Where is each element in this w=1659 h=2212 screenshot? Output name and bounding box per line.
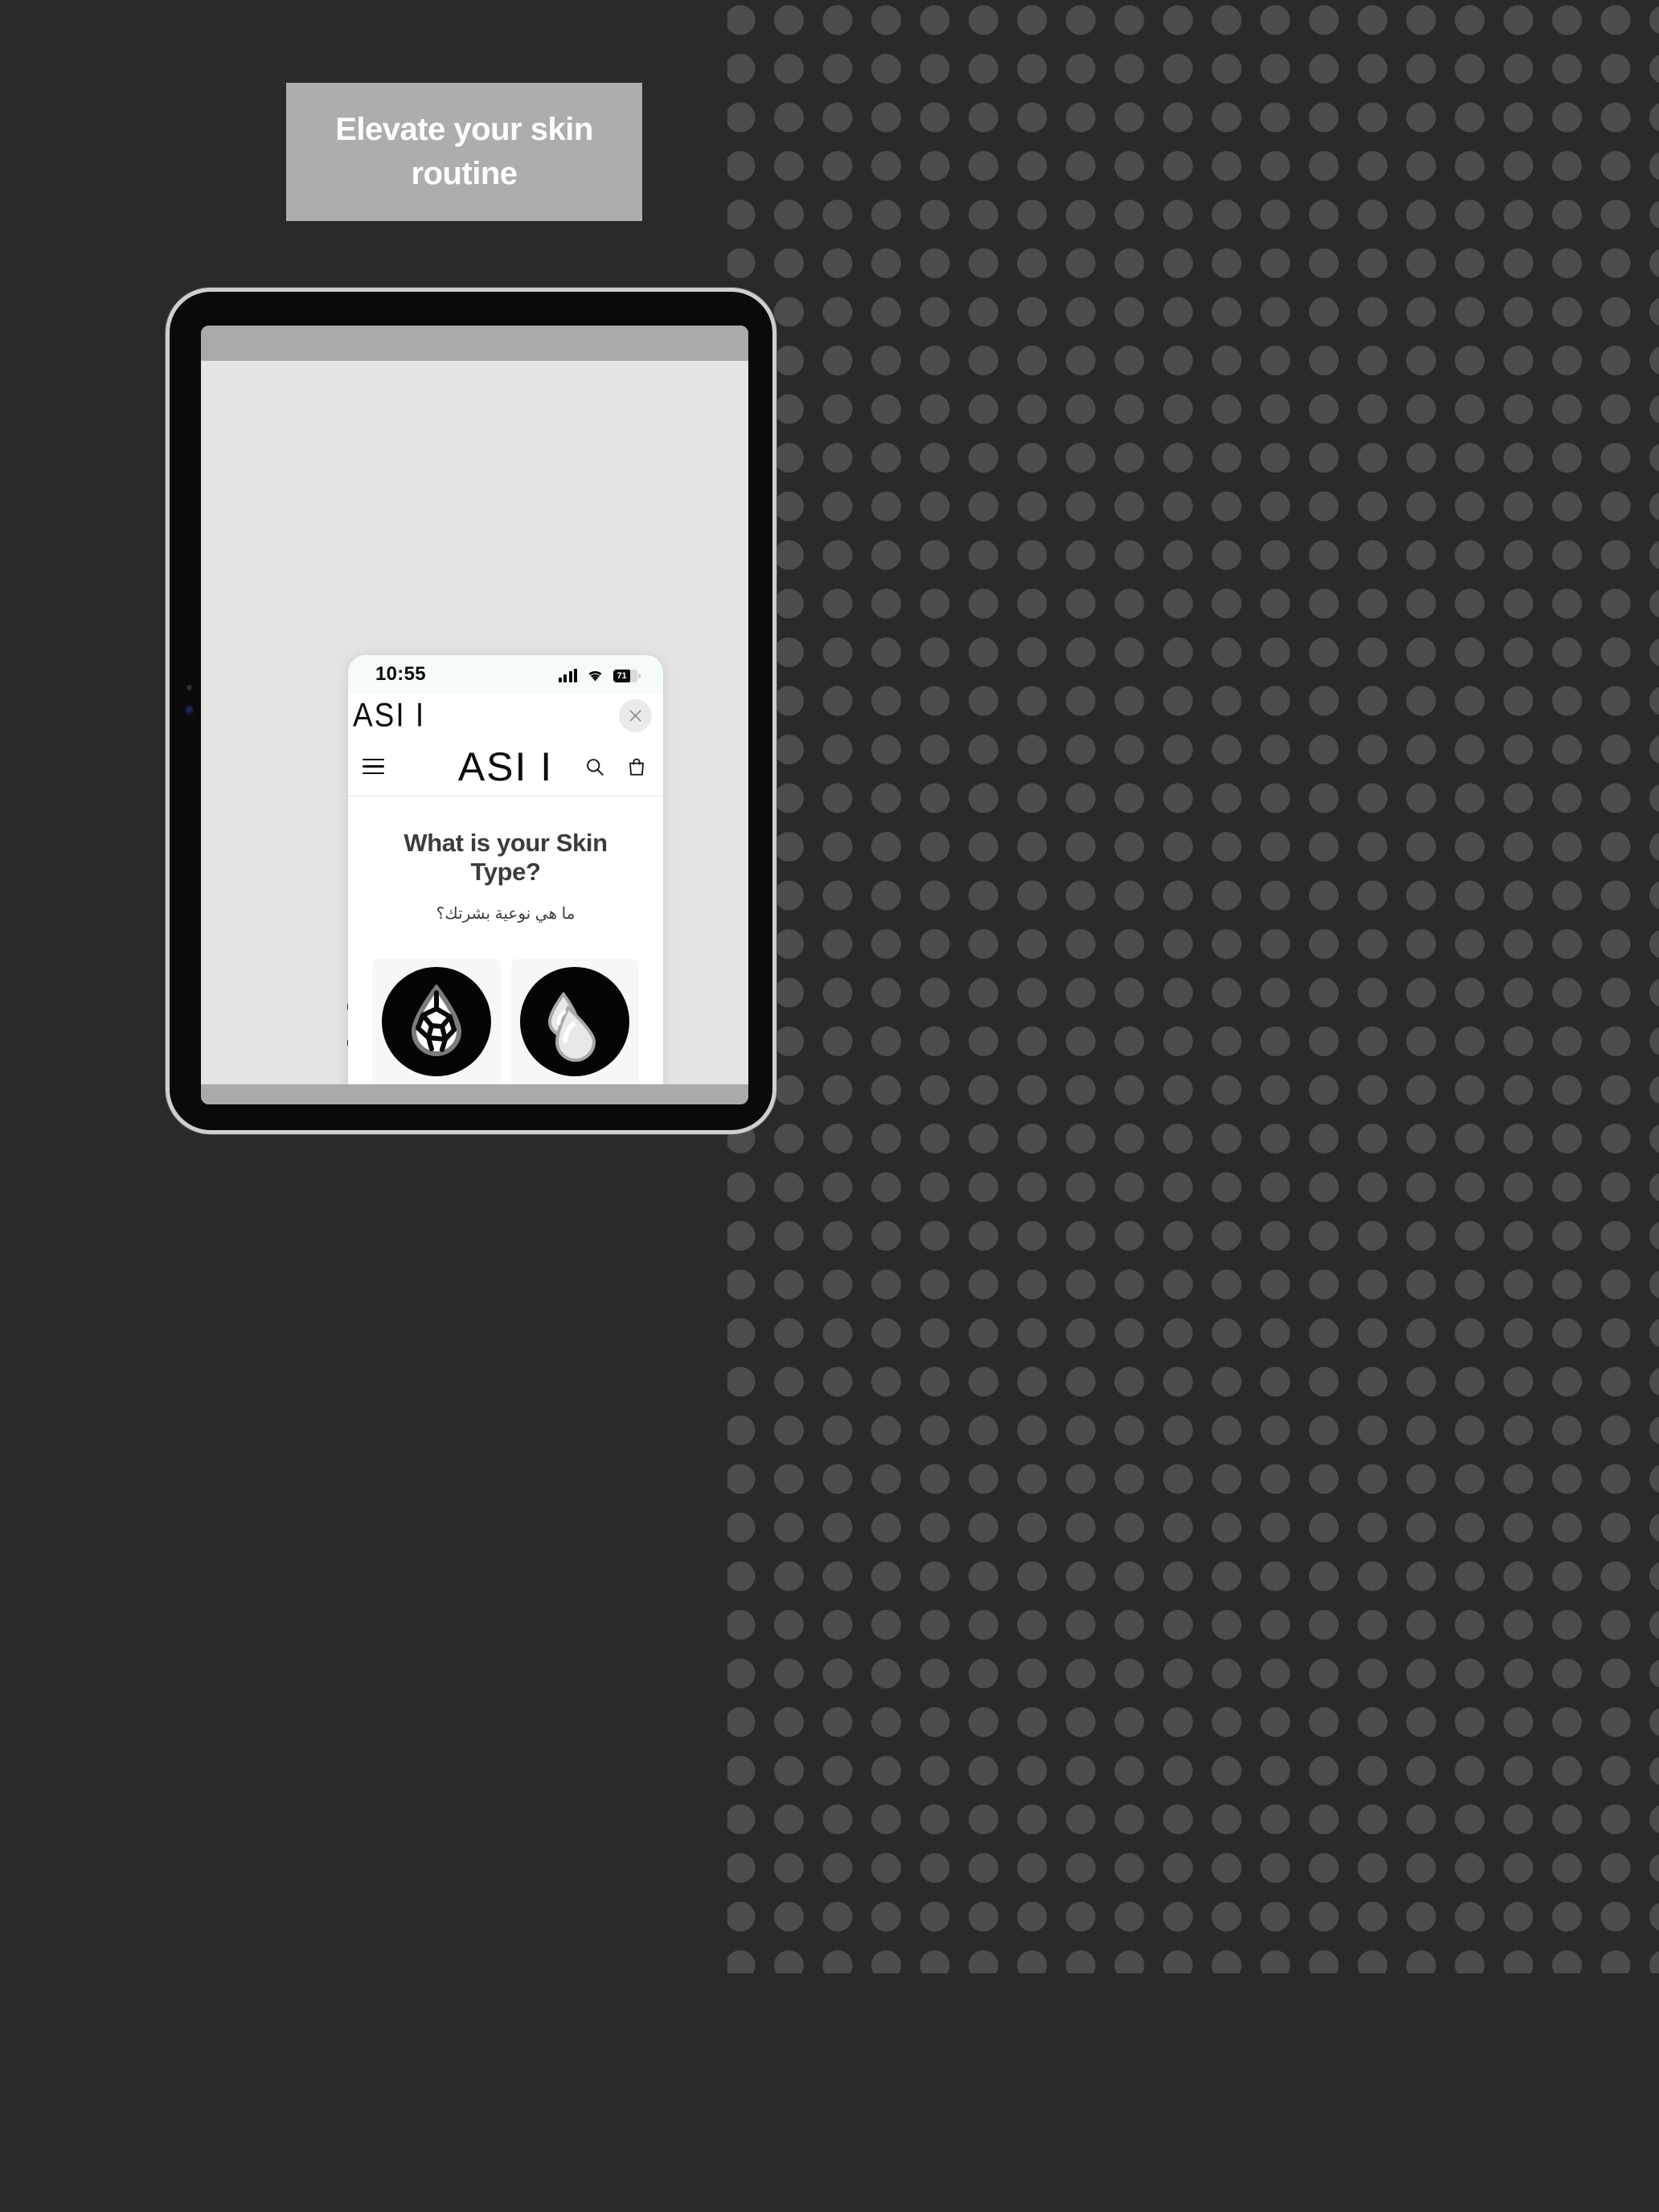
- promo-banner: Elevate your skin routine: [286, 83, 642, 221]
- status-bar-icons: 71: [558, 667, 641, 682]
- quiz-subtitle-arabic: ما هي نوعية بشرتك؟: [436, 905, 576, 923]
- browser-chrome-bottom-bar: [201, 1084, 748, 1104]
- background-dot-pattern: [727, 0, 1659, 1973]
- promo-banner-text: Elevate your skin routine: [316, 108, 613, 196]
- promo-line-1: Elevate your skin: [335, 111, 593, 147]
- double-droplet-icon: [520, 967, 630, 1076]
- wifi-icon: [586, 667, 604, 682]
- cellular-bars-icon: [558, 668, 577, 682]
- hamburger-menu-icon[interactable]: [363, 758, 384, 775]
- shopping-bag-icon[interactable]: [626, 756, 647, 777]
- tablet-screen: 10:55 71 ASI I ASI I What is your Skin T…: [201, 326, 748, 1104]
- header-actions: [584, 756, 647, 777]
- in-app-browser-logo: ASI I: [353, 696, 426, 734]
- status-bar: 10:55 71: [348, 655, 663, 694]
- skin-type-option-oily[interactable]: Oily زيتي: [510, 959, 639, 1104]
- status-bar-time: 10:55: [375, 663, 426, 685]
- search-icon[interactable]: [584, 756, 605, 777]
- promo-line-2: routine: [411, 156, 518, 191]
- battery-level-label: 71: [616, 670, 627, 681]
- site-header: ASI I: [348, 737, 663, 797]
- mobile-preview-window: 10:55 71 ASI I ASI I What is your Skin T…: [348, 655, 663, 1104]
- skin-type-options-grid: Dry جاف: [372, 959, 639, 1104]
- browser-chrome-top-bar: [201, 326, 748, 361]
- quiz-title: What is your Skin Type?: [403, 829, 608, 886]
- skin-type-quiz: What is your Skin Type? ما هي نوعية بشرت…: [348, 797, 663, 1104]
- tablet-device-frame: 10:55 71 ASI I ASI I What is your Skin T…: [166, 288, 776, 1134]
- in-app-browser-bar: ASI I: [348, 694, 663, 737]
- close-button[interactable]: [619, 698, 652, 732]
- front-camera-icon: [184, 705, 195, 715]
- skin-type-option-dry[interactable]: Dry جاف: [372, 959, 501, 1104]
- battery-icon: 71: [613, 669, 641, 682]
- ambient-sensor-icon: [186, 685, 192, 690]
- close-icon: [629, 710, 641, 721]
- cracked-droplet-icon: [381, 967, 491, 1076]
